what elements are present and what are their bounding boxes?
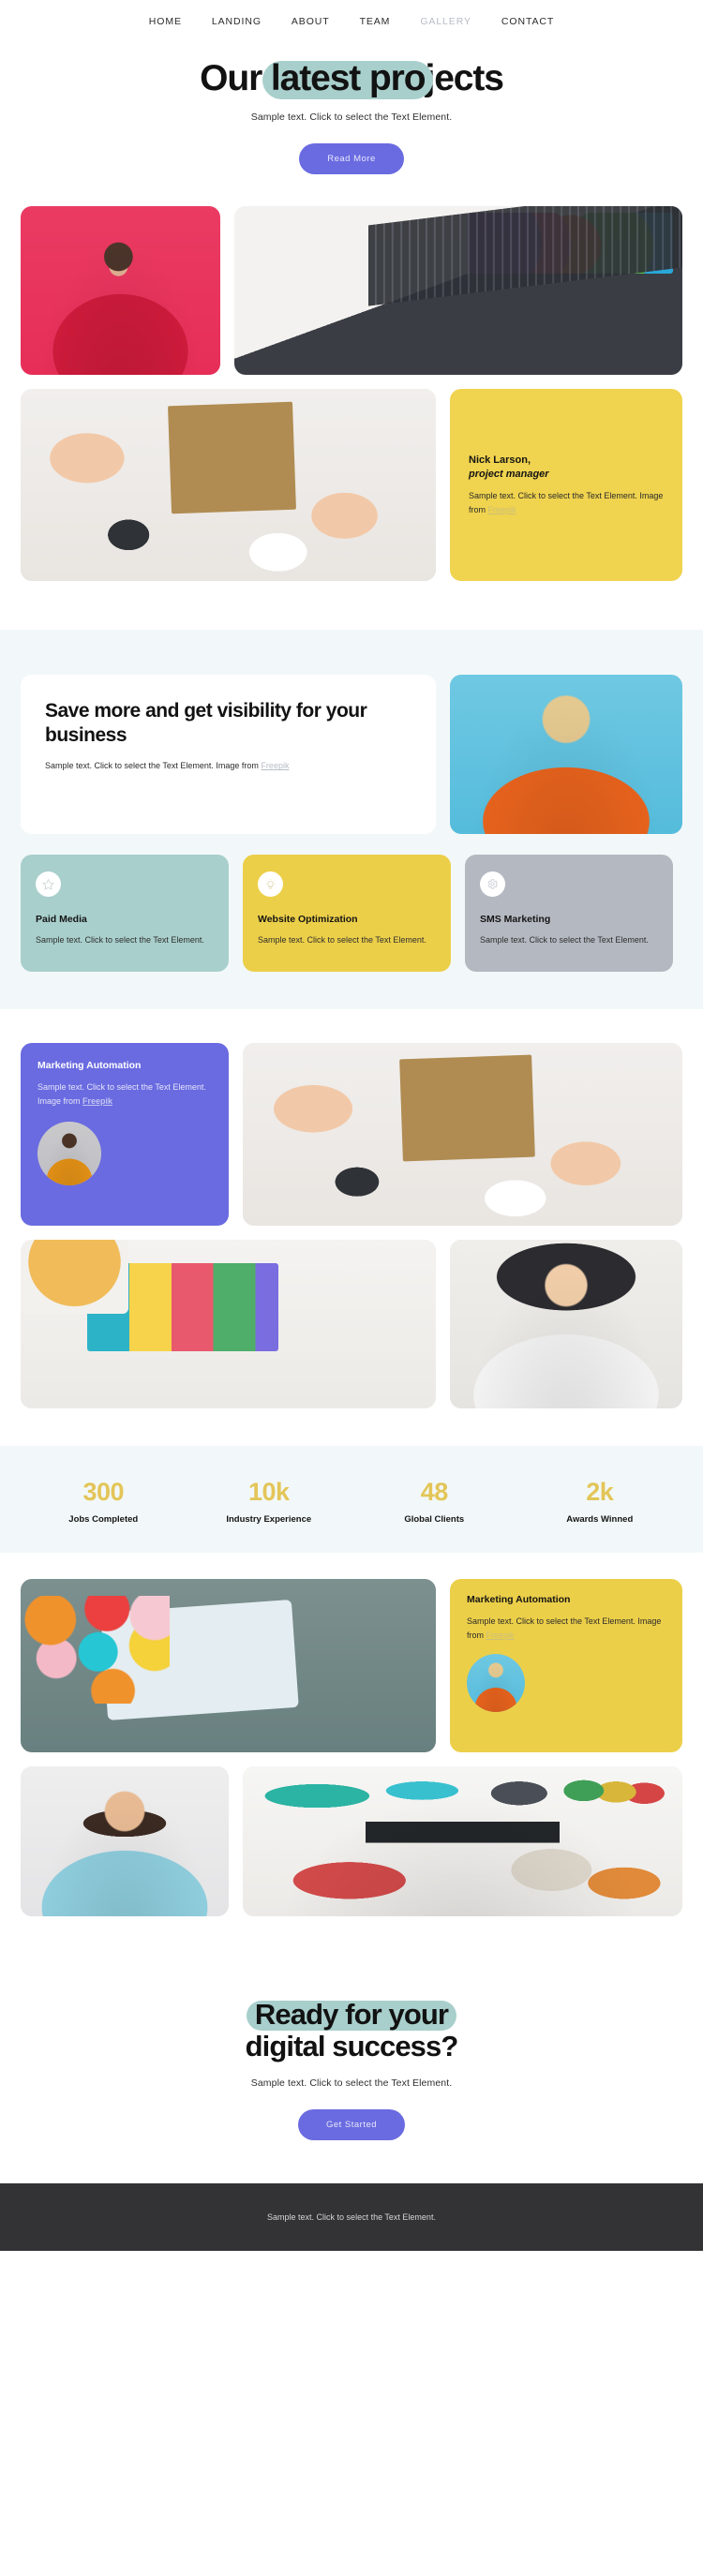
stat-awards-winned: 2k Awards Winned <box>517 1478 683 1525</box>
gallery-image-woman-beanie[interactable] <box>450 1239 682 1408</box>
promo-title: Marketing Automation <box>467 1593 571 1605</box>
promo-purple-section: Marketing Automation Sample text. Click … <box>0 1008 703 1446</box>
feature-heading: Save more and get visibility for your bu… <box>45 699 367 747</box>
service-card-website-optimization[interactable]: Website Optimization Sample text. Click … <box>243 854 451 972</box>
gallery-image-analytics-desk[interactable] <box>243 1042 682 1226</box>
service-body: Sample text. Click to select the Text El… <box>480 934 649 945</box>
cta-title-post: digital success? <box>245 2029 459 2062</box>
nav-item-contact[interactable]: CONTACT <box>501 16 554 27</box>
hero-title-post: jects <box>425 58 504 98</box>
promo-freepik-link[interactable]: Freepik <box>82 1096 112 1106</box>
gallery-image-laptop-dashboard[interactable] <box>21 1239 436 1408</box>
gallery-image-commerce-board[interactable] <box>243 1765 682 1916</box>
nav-item-team[interactable]: TEAM <box>360 16 391 27</box>
promo-body: Sample text. Click to select the Text El… <box>37 1080 212 1109</box>
feature-body-text: Sample text. Click to select the Text El… <box>45 761 262 771</box>
service-title: Website Optimization <box>258 913 358 925</box>
gallery-image-laptop[interactable] <box>234 205 682 375</box>
page-title: Our latest projects <box>200 58 504 99</box>
photo-tablet-digital-media <box>21 1578 436 1752</box>
footer: Sample text. Click to select the Text El… <box>0 2183 703 2252</box>
gallery-row-1 <box>0 205 703 389</box>
features-section: Save more and get visibility for your bu… <box>0 629 703 1009</box>
photo-man-blue-shirt <box>21 1765 229 1916</box>
promo-purple-card[interactable]: Marketing Automation Sample text. Click … <box>21 1042 229 1226</box>
hero-title-pre: Our <box>200 58 271 98</box>
photo-woman-orange-shirt <box>37 1121 101 1185</box>
gallery-row-2: Nick Larson, project manager Sample text… <box>0 388 703 630</box>
nav-item-home[interactable]: HOME <box>149 16 182 27</box>
promo-title: Marketing Automation <box>37 1059 142 1071</box>
main-navigation: HOME LANDING ABOUT TEAM GALLERY CONTACT <box>0 0 703 42</box>
nav-item-about[interactable]: ABOUT <box>292 16 330 27</box>
gallery-image-desk-meeting[interactable] <box>21 388 436 581</box>
stat-global-clients: 48 Global Clients <box>352 1478 517 1525</box>
service-body: Sample text. Click to select the Text El… <box>36 934 204 945</box>
service-card-paid-media[interactable]: Paid Media Sample text. Click to select … <box>21 854 229 972</box>
photo-laptop-dashboard <box>21 1239 436 1408</box>
stat-number: 2k <box>586 1477 614 1506</box>
photo-woman-beanie <box>450 1239 682 1408</box>
feature-freepik-link[interactable]: Freepik <box>261 761 289 770</box>
cta-title-highlight: Ready for your <box>246 1997 457 2032</box>
testimonial-body: Sample text. Click to select the Text El… <box>469 489 664 516</box>
hero-section: Our latest projects Sample text. Click t… <box>0 42 703 206</box>
stat-label: Global Clients <box>404 1513 465 1525</box>
photo-team-analytics <box>243 1042 682 1226</box>
cta-subtitle: Sample text. Click to select the Text El… <box>250 2077 453 2090</box>
stats-section: 300 Jobs Completed 10k Industry Experien… <box>0 1445 703 1553</box>
nav-item-landing[interactable]: LANDING <box>212 16 262 27</box>
get-started-button[interactable]: Get Started <box>297 2109 406 2141</box>
testimonial-card: Nick Larson, project manager Sample text… <box>450 388 682 581</box>
hero-title-highlight: latest pro <box>262 58 433 99</box>
promo-body: Sample text. Click to select the Text El… <box>467 1615 666 1643</box>
stat-industry-experience: 10k Industry Experience <box>187 1478 352 1525</box>
landing-page: HOME LANDING ABOUT TEAM GALLERY CONTACT … <box>0 0 703 2252</box>
testimonial-freepik-link[interactable]: Freepik <box>488 505 516 514</box>
service-title: SMS Marketing <box>480 913 551 925</box>
testimonial-name: Nick Larson, <box>469 454 531 466</box>
cta-section: Ready for your digital success? Sample te… <box>0 1953 703 2184</box>
photo-commerce-whiteboard <box>243 1765 682 1916</box>
promo-body-text: Sample text. Click to select the Text El… <box>37 1081 206 1106</box>
stat-label: Industry Experience <box>226 1513 312 1525</box>
feature-text-card: Save more and get visibility for your bu… <box>21 674 436 834</box>
avatar <box>37 1121 101 1185</box>
feature-body: Sample text. Click to select the Text El… <box>45 761 411 770</box>
stat-label: Awards Winned <box>566 1513 634 1525</box>
gallery-image-man-blue-shirt[interactable] <box>21 1765 229 1916</box>
photo-man-red-sweater <box>21 205 220 375</box>
hero-subtitle: Sample text. Click to select the Text El… <box>250 111 453 123</box>
gallery-image-digital-media[interactable] <box>21 1578 436 1752</box>
photo-woman-orange-top <box>467 1653 525 1712</box>
service-cards: Paid Media Sample text. Click to select … <box>0 854 703 972</box>
gear-icon <box>480 871 505 897</box>
promo-freepik-link[interactable]: Freepik <box>486 1630 515 1640</box>
lightbulb-icon <box>258 871 283 897</box>
photo-woman-blue-sweater <box>450 674 682 834</box>
feature-image[interactable] <box>450 674 682 834</box>
stat-number: 10k <box>247 1477 290 1506</box>
testimonial-role: project manager <box>469 468 549 480</box>
service-card-sms-marketing[interactable]: SMS Marketing Sample text. Click to sele… <box>465 854 673 972</box>
star-icon <box>36 871 61 897</box>
cta-title: Ready for your digital success? <box>245 1997 459 2062</box>
service-body: Sample text. Click to select the Text El… <box>258 934 426 945</box>
promo-yellow-section: Marketing Automation Sample text. Click … <box>0 1552 703 1954</box>
stat-number: 300 <box>82 1477 125 1506</box>
stat-jobs-completed: 300 Jobs Completed <box>21 1478 187 1525</box>
stat-number: 48 <box>420 1477 449 1506</box>
avatar <box>467 1653 525 1712</box>
gallery-image-man-ok[interactable] <box>21 205 220 375</box>
stat-label: Jobs Completed <box>68 1513 139 1525</box>
service-title: Paid Media <box>36 913 87 925</box>
promo-yellow-card[interactable]: Marketing Automation Sample text. Click … <box>450 1578 682 1752</box>
footer-text: Sample text. Click to select the Text El… <box>267 2212 436 2223</box>
read-more-button[interactable]: Read More <box>299 142 404 174</box>
nav-item-gallery[interactable]: GALLERY <box>420 16 471 27</box>
photo-desk-phones <box>21 388 436 581</box>
photo-laptop-marketing-funnel <box>234 205 682 375</box>
